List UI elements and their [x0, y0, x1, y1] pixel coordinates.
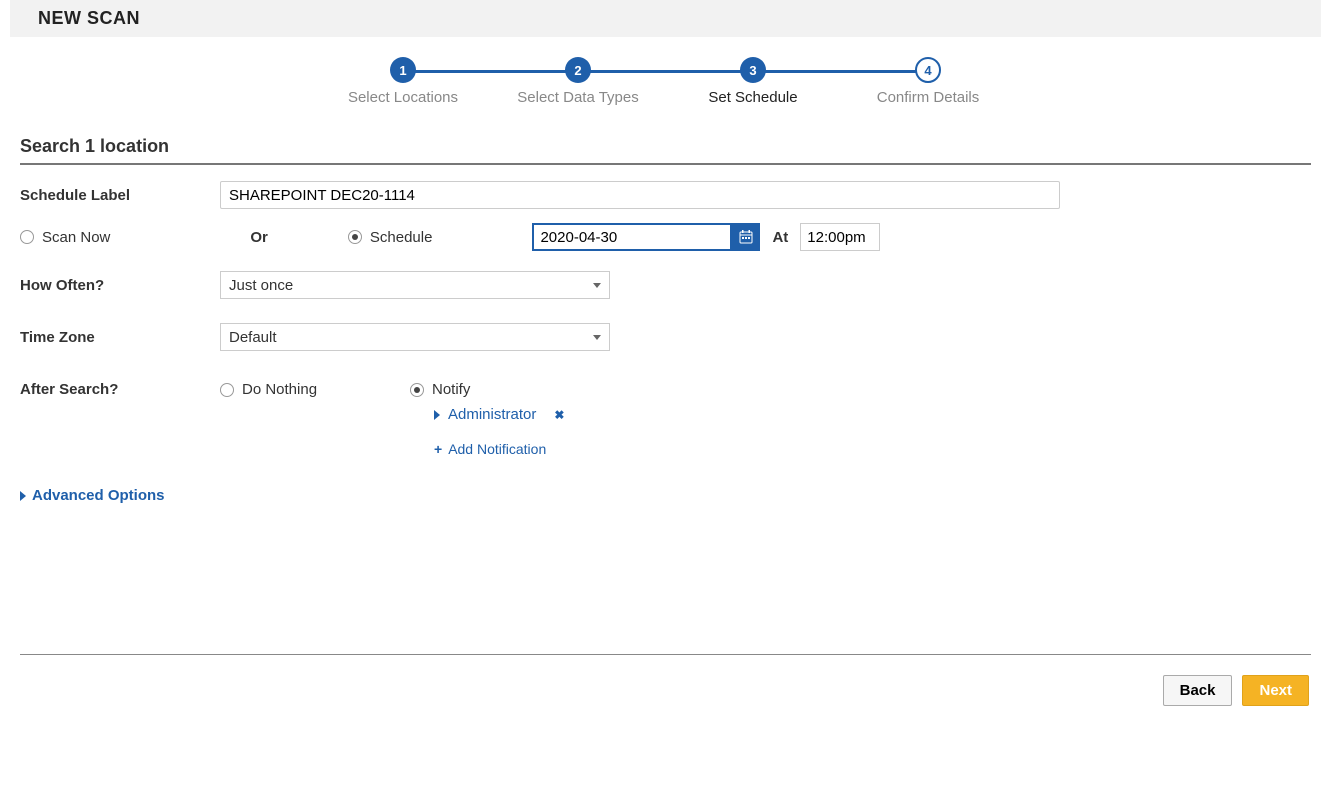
chevron-down-icon	[593, 335, 601, 340]
wizard-step-4[interactable]: 4 Confirm Details	[841, 57, 1016, 106]
how-often-select[interactable]: Just once	[220, 271, 610, 299]
wizard-footer: Back Next	[10, 675, 1321, 726]
caret-right-icon	[20, 491, 26, 501]
wizard-step-3[interactable]: 3 Set Schedule	[666, 57, 841, 106]
schedule-radio-label: Schedule	[370, 229, 433, 246]
plus-icon: +	[434, 441, 442, 457]
wizard-step-4-label: Confirm Details	[877, 89, 980, 106]
schedule-time-input[interactable]	[800, 223, 880, 251]
page-title: NEW SCAN	[38, 8, 140, 28]
add-notification-button[interactable]: + Add Notification	[434, 441, 564, 457]
at-label: At	[772, 229, 788, 246]
how-often-value: Just once	[229, 277, 293, 294]
schedule-date-input[interactable]	[532, 223, 732, 251]
how-often-label: How Often?	[20, 277, 220, 294]
next-button[interactable]: Next	[1242, 675, 1309, 706]
wizard-step-2-label: Select Data Types	[517, 89, 638, 106]
back-button[interactable]: Back	[1163, 675, 1233, 706]
wizard-steps: 1 Select Locations 2 Select Data Types 3…	[316, 57, 1016, 106]
wizard-step-1-label: Select Locations	[348, 89, 458, 106]
schedule-radio[interactable]	[348, 230, 362, 244]
or-label: Or	[250, 229, 268, 246]
scan-now-radio[interactable]	[20, 230, 34, 244]
caret-right-icon	[434, 410, 440, 420]
wizard-step-1[interactable]: 1 Select Locations	[316, 57, 491, 106]
wizard-step-2[interactable]: 2 Select Data Types	[491, 57, 666, 106]
after-search-label: After Search?	[20, 381, 220, 398]
remove-notify-button[interactable]: ✖	[554, 408, 564, 422]
add-notification-label: Add Notification	[448, 441, 546, 457]
do-nothing-radio[interactable]	[220, 383, 234, 397]
do-nothing-label: Do Nothing	[242, 381, 317, 398]
wizard-step-3-number: 3	[740, 57, 766, 83]
notify-radio[interactable]	[410, 383, 424, 397]
time-zone-label: Time Zone	[20, 329, 220, 346]
time-zone-select[interactable]: Default	[220, 323, 610, 351]
wizard-step-4-number: 4	[915, 57, 941, 83]
section-title: Search 1 location	[10, 136, 1321, 163]
advanced-options-toggle[interactable]: Advanced Options	[20, 487, 1321, 504]
schedule-label-label: Schedule Label	[20, 187, 220, 204]
calendar-button[interactable]	[732, 223, 760, 251]
page-header: NEW SCAN	[10, 0, 1321, 37]
time-zone-value: Default	[229, 329, 277, 346]
notify-label: Notify	[432, 381, 470, 398]
calendar-icon	[739, 230, 753, 244]
scan-now-label: Scan Now	[42, 229, 110, 246]
notify-recipient-name: Administrator	[448, 406, 536, 423]
notify-recipient[interactable]: Administrator ✖	[434, 406, 564, 423]
wizard-step-1-number: 1	[390, 57, 416, 83]
chevron-down-icon	[593, 283, 601, 288]
wizard-step-2-number: 2	[565, 57, 591, 83]
advanced-options-label: Advanced Options	[32, 487, 165, 504]
schedule-label-input[interactable]	[220, 181, 1060, 209]
wizard-step-3-label: Set Schedule	[708, 89, 797, 106]
